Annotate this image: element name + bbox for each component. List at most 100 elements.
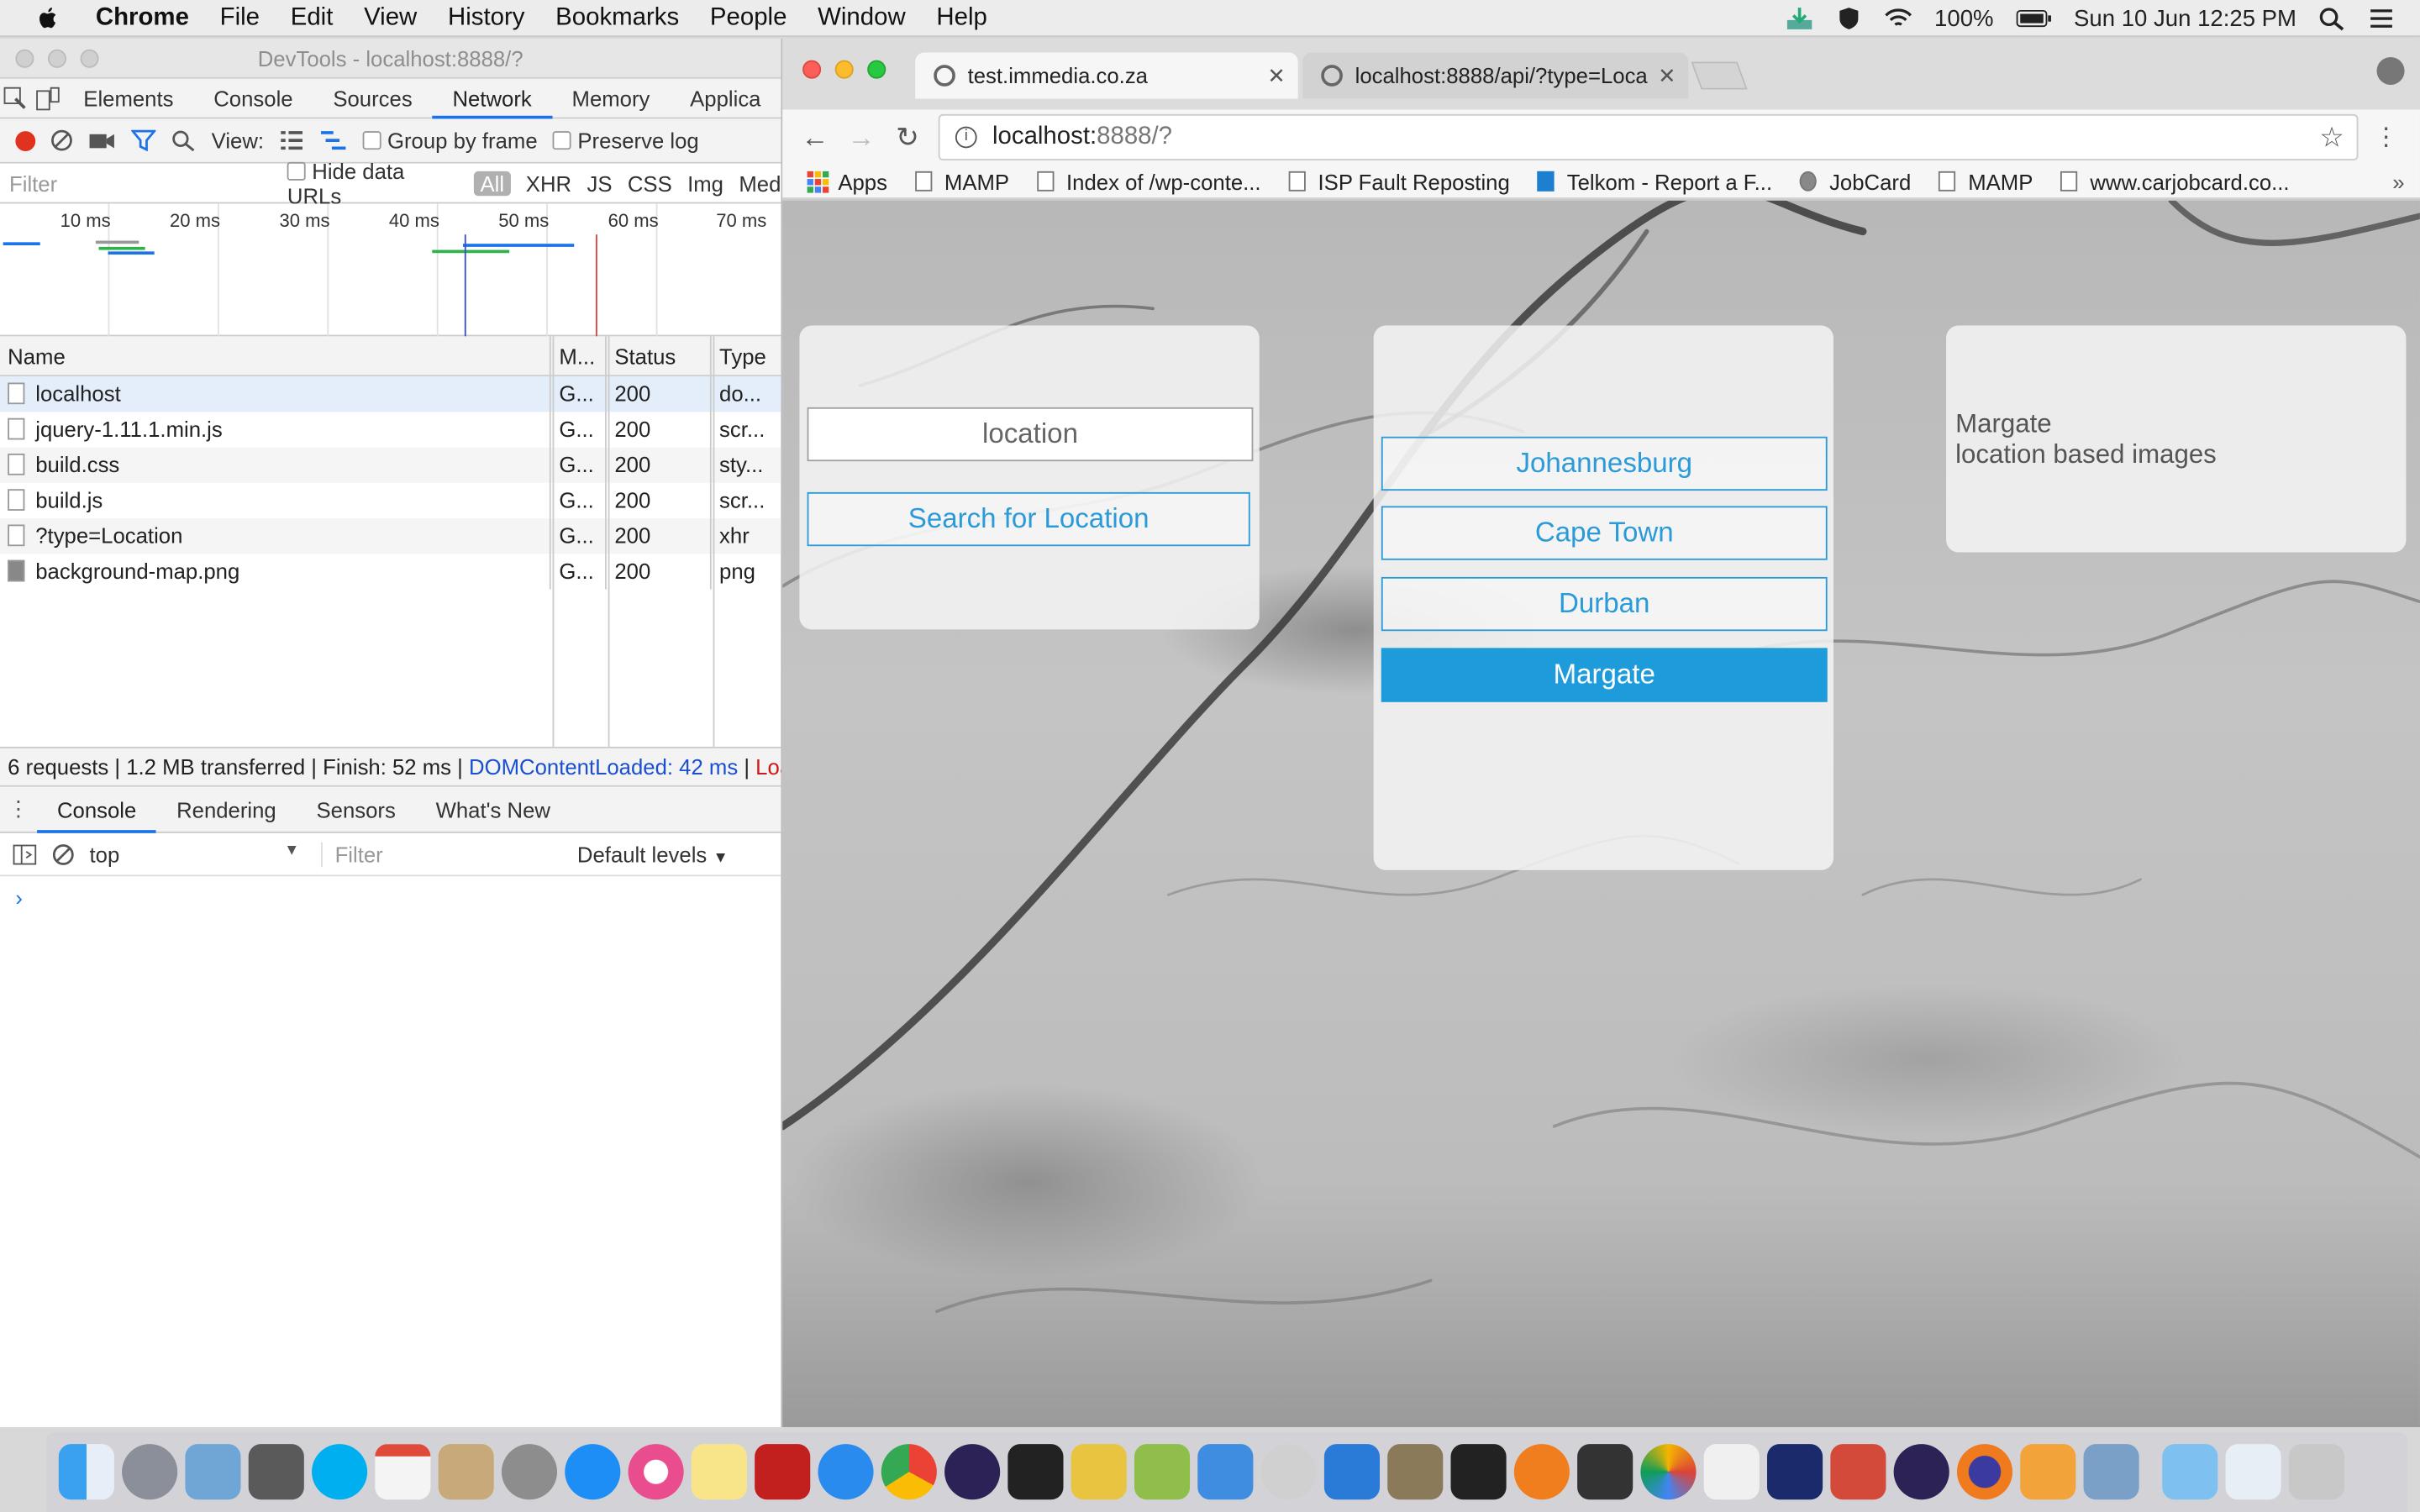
- eclipse-icon[interactable]: [944, 1444, 1001, 1500]
- filter-media[interactable]: Med: [739, 171, 781, 195]
- chrome-menu-icon[interactable]: ⋮: [2374, 122, 2398, 153]
- sequel-pro-icon[interactable]: [1260, 1444, 1317, 1500]
- cyberduck-icon[interactable]: [1071, 1444, 1127, 1500]
- skype-icon[interactable]: [312, 1444, 368, 1500]
- preview-icon[interactable]: [185, 1444, 241, 1500]
- filter-funnel-icon[interactable]: [131, 129, 156, 151]
- launchpad-icon[interactable]: [122, 1444, 178, 1500]
- group-by-frame-checkbox[interactable]: Group by frame: [362, 128, 538, 153]
- city-button-cape-town[interactable]: Cape Town: [1381, 506, 1828, 560]
- calculator-icon[interactable]: [248, 1444, 304, 1500]
- record-button[interactable]: [15, 130, 36, 151]
- download-tray-icon[interactable]: [1786, 6, 1814, 30]
- table-row[interactable]: build.js G... 200 scr...: [0, 482, 781, 519]
- clear-icon[interactable]: [51, 129, 73, 151]
- xcode-icon[interactable]: [1197, 1444, 1254, 1500]
- bookmarks-overflow-icon[interactable]: »: [2392, 169, 2404, 193]
- shield-icon[interactable]: [1835, 6, 1863, 30]
- menu-edit[interactable]: Edit: [275, 4, 348, 32]
- checkbox-box[interactable]: [362, 131, 381, 150]
- textedit-icon[interactable]: [1703, 1444, 1760, 1500]
- new-tab-button[interactable]: [1691, 61, 1748, 90]
- close-window-button[interactable]: [802, 60, 822, 79]
- profile-avatar-icon[interactable]: [2376, 56, 2405, 86]
- bookmark-apps[interactable]: Apps: [807, 169, 887, 194]
- app-store-icon[interactable]: [565, 1444, 621, 1500]
- menu-file[interactable]: File: [204, 4, 275, 32]
- search-location-button[interactable]: Search for Location: [807, 491, 1250, 547]
- city-button-johannesburg[interactable]: Johannesburg: [1381, 436, 1828, 491]
- city-button-durban[interactable]: Durban: [1381, 576, 1828, 632]
- bookmark-isp-fault[interactable]: ISP Fault Reposting: [1288, 169, 1510, 194]
- audacity-icon[interactable]: [1767, 1444, 1823, 1500]
- browser-tab[interactable]: localhost:8888/api/?type=Loca ✕: [1302, 52, 1689, 99]
- safari-icon[interactable]: [818, 1444, 874, 1500]
- tab-memory[interactable]: Memory: [552, 78, 671, 118]
- mail-2-icon[interactable]: [2083, 1444, 2139, 1500]
- bookmark-jobcard[interactable]: JobCard: [1800, 169, 1911, 194]
- inspect-element-icon[interactable]: [0, 78, 32, 118]
- zoom-window-button[interactable]: [867, 60, 886, 79]
- remote-desktop-icon[interactable]: [1830, 1444, 1886, 1500]
- filezilla-icon[interactable]: [755, 1444, 811, 1500]
- gimp-icon[interactable]: [1387, 1444, 1444, 1500]
- console-icon[interactable]: [1577, 1444, 1634, 1500]
- tab-elements[interactable]: Elements: [63, 78, 193, 118]
- inkscape-icon[interactable]: [1450, 1444, 1507, 1500]
- stickies-icon[interactable]: [691, 1444, 747, 1500]
- location-input[interactable]: location: [807, 407, 1254, 462]
- address-bar[interactable]: i localhost: 8888/? ☆: [938, 113, 2359, 161]
- bookmark-mamp[interactable]: MAMP: [915, 169, 1009, 194]
- menu-app-chrome[interactable]: Chrome: [81, 4, 205, 32]
- system-preferences-icon[interactable]: [501, 1444, 558, 1500]
- tab-sources[interactable]: Sources: [313, 78, 432, 118]
- bookmark-telkom[interactable]: Telkom - Report a F...: [1537, 169, 1772, 194]
- tab-application[interactable]: Applica: [670, 78, 781, 118]
- table-row[interactable]: build.css G... 200 sty...: [0, 447, 781, 483]
- network-filter-input[interactable]: Filter: [9, 171, 271, 195]
- city-button-margate[interactable]: Margate: [1381, 648, 1828, 702]
- chrome-icon[interactable]: [881, 1444, 937, 1500]
- hide-data-urls-checkbox[interactable]: Hide data URLs: [287, 158, 459, 207]
- filter-xhr[interactable]: XHR: [526, 171, 571, 195]
- network-overview-timeline[interactable]: 10 ms 20 ms 30 ms 40 ms 50 ms 60 ms 70 m…: [0, 203, 781, 337]
- menu-view[interactable]: View: [349, 4, 433, 32]
- mail-icon[interactable]: [1323, 1444, 1381, 1500]
- menu-bookmarks[interactable]: Bookmarks: [540, 4, 695, 32]
- table-row[interactable]: background-map.png G... 200 png: [0, 554, 781, 590]
- filter-js[interactable]: JS: [587, 171, 612, 195]
- android-icon[interactable]: [1134, 1444, 1191, 1500]
- wifi-icon[interactable]: [1885, 6, 1912, 30]
- context-select[interactable]: top ▼: [90, 842, 306, 866]
- bookmark-carjobcard[interactable]: www.carjobcard.co...: [2060, 169, 2290, 194]
- minimize-window-button[interactable]: [834, 60, 854, 79]
- eclipse2-icon[interactable]: [1893, 1444, 1949, 1500]
- zoom-window-button[interactable]: [80, 49, 99, 68]
- close-tab-icon[interactable]: ✕: [1658, 62, 1676, 88]
- downloads-icon[interactable]: [2225, 1444, 2281, 1500]
- close-tab-icon[interactable]: ✕: [1267, 62, 1286, 88]
- table-row[interactable]: ?type=Location G... 200 xhr: [0, 518, 781, 554]
- console-filter-input[interactable]: Filter: [321, 841, 562, 867]
- calendar-icon[interactable]: [375, 1444, 431, 1500]
- column-type[interactable]: Type: [712, 336, 781, 375]
- waterfall-overview-icon[interactable]: [319, 129, 347, 151]
- column-method[interactable]: M...: [551, 336, 608, 375]
- preserve-log-checkbox[interactable]: Preserve log: [552, 128, 699, 153]
- trash-icon[interactable]: [2288, 1444, 2344, 1500]
- itunes-icon[interactable]: [628, 1444, 684, 1500]
- sidebar-toggle-icon[interactable]: [13, 843, 37, 865]
- close-window-button[interactable]: [15, 49, 34, 68]
- bookmark-mamp-2[interactable]: MAMP: [1939, 169, 2033, 194]
- minimize-window-button[interactable]: [47, 49, 66, 68]
- notes-icon[interactable]: [438, 1444, 494, 1500]
- clear-console-icon[interactable]: [52, 843, 74, 865]
- console-prompt-icon[interactable]: ›: [0, 876, 781, 919]
- menu-help[interactable]: Help: [921, 4, 1002, 32]
- menu-window[interactable]: Window: [802, 4, 921, 32]
- menu-people[interactable]: People: [695, 4, 802, 32]
- terminal-icon[interactable]: [1007, 1444, 1064, 1500]
- spotlight-search-icon[interactable]: [2318, 6, 2346, 31]
- site-info-icon[interactable]: i: [955, 126, 977, 149]
- screenshot-camera-icon[interactable]: [88, 129, 116, 151]
